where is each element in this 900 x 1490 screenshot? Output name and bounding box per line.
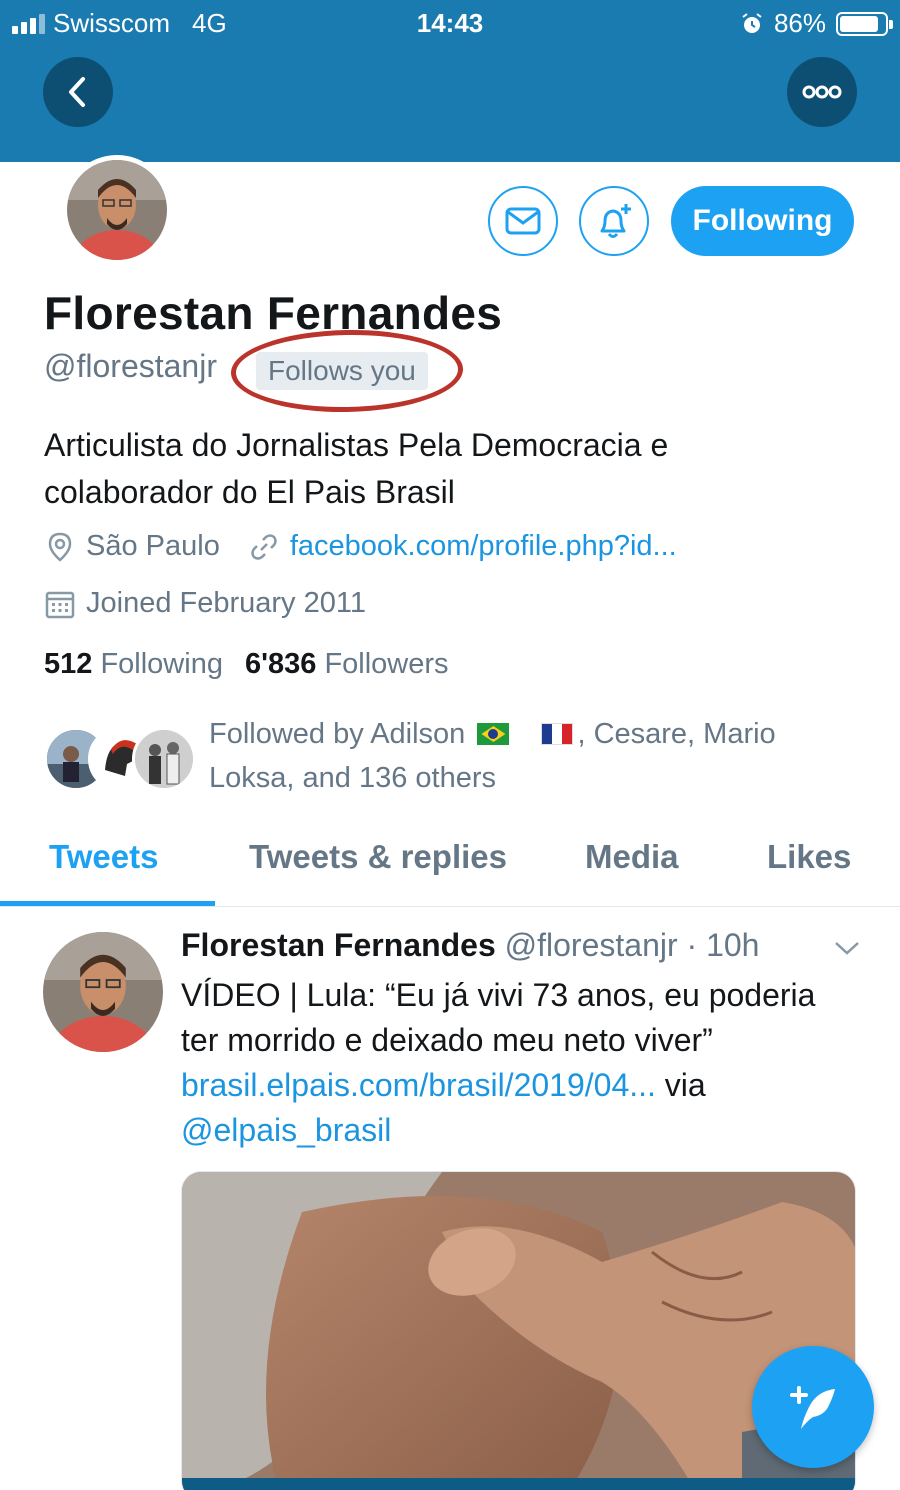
followed-by-avatars[interactable] (44, 727, 196, 791)
alarm-icon (742, 12, 762, 33)
back-button[interactable] (43, 57, 113, 127)
media-photo (182, 1172, 855, 1490)
active-tab-indicator (0, 901, 215, 906)
tab-tweets-replies[interactable]: Tweets & replies (249, 838, 507, 876)
tweet-link[interactable]: brasil.elpais.com/brasil/2019/04... (181, 1067, 656, 1103)
followers-label: Followers (324, 648, 449, 680)
followed-by-prefix: Followed by Adilson (209, 718, 466, 750)
mail-icon (505, 207, 541, 235)
chevron-left-icon (69, 77, 85, 107)
media-caption-strip (182, 1478, 855, 1490)
profile-avatar[interactable] (62, 155, 172, 265)
tweet-avatar[interactable] (43, 932, 163, 1052)
follower-avatar-3 (132, 727, 196, 791)
followers-count: 6'836 (244, 648, 317, 680)
tweet-author-name[interactable]: Florestan Fernandes (181, 927, 496, 963)
tweet-author-handle: @florestanjr (504, 927, 678, 963)
status-bar: Swisscom 4G 14:43 86% (0, 0, 900, 46)
following-count: 512 (44, 648, 93, 680)
tab-media[interactable]: Media (585, 838, 679, 876)
tweet-mention[interactable]: @elpais_brasil (181, 1112, 391, 1148)
tweet-body: VÍDEO | Lula: “Eu já vivi 73 anos, eu po… (181, 977, 816, 1058)
battery-icon (836, 11, 893, 36)
location-text: São Paulo (86, 530, 220, 562)
joined-row: Joined February 2011 (44, 587, 366, 620)
location-row: São Paulo facebook.com/profile.php?id... (44, 530, 677, 563)
france-flag-icon (541, 723, 574, 745)
battery-percent: 86% (773, 8, 826, 38)
joined-text: Joined February 2011 (86, 587, 366, 619)
calendar-icon (45, 591, 75, 618)
link-icon (251, 533, 277, 560)
tab-likes[interactable]: Likes (767, 838, 851, 876)
location-pin-icon (48, 532, 72, 562)
website-link[interactable]: facebook.com/profile.php?id... (290, 530, 677, 563)
tweet-media-image[interactable] (181, 1171, 856, 1490)
tweet-via: via (664, 1067, 706, 1103)
brazil-flag-icon (477, 723, 510, 745)
chevron-down-icon[interactable] (832, 937, 862, 959)
tweet-time: · 10h (686, 927, 760, 963)
compose-tweet-button[interactable] (752, 1346, 874, 1468)
avatar-photo (67, 160, 167, 260)
notifications-button[interactable] (579, 186, 649, 256)
red-annotation-oval (230, 327, 464, 415)
compose-feather-icon (790, 1386, 835, 1429)
profile-tabs: Tweets Tweets & replies Media Likes (0, 818, 900, 907)
message-button[interactable] (488, 186, 558, 256)
tab-tweets[interactable]: Tweets (49, 838, 158, 876)
tweet-avatar-photo (43, 932, 163, 1052)
profile-bio: Articulista do Jornalistas Pela Democrac… (44, 427, 669, 510)
bell-plus-icon (600, 204, 631, 238)
followed-by-text[interactable]: Followed by Adilson , Cesare, Mario Loks… (209, 712, 849, 800)
profile-handle: @florestanjr (44, 348, 217, 384)
followers-stat[interactable]: 6'836 Followers (245, 648, 449, 681)
profile-stats: 512 Following 6'836 Followers (44, 648, 449, 681)
profile-name: Florestan Fernandes (44, 287, 503, 339)
status-right: 86% (740, 8, 893, 39)
tweet-header: Florestan Fernandes @florestanjr · 10h (181, 927, 759, 964)
more-dots-icon (802, 85, 842, 99)
tweet-text: VÍDEO | Lula: “Eu já vivi 73 anos, eu po… (181, 973, 831, 1153)
following-label: Following (100, 648, 223, 680)
more-options-button[interactable] (787, 57, 857, 127)
following-button[interactable]: Following (671, 186, 854, 256)
following-stat[interactable]: 512 Following (44, 648, 223, 681)
